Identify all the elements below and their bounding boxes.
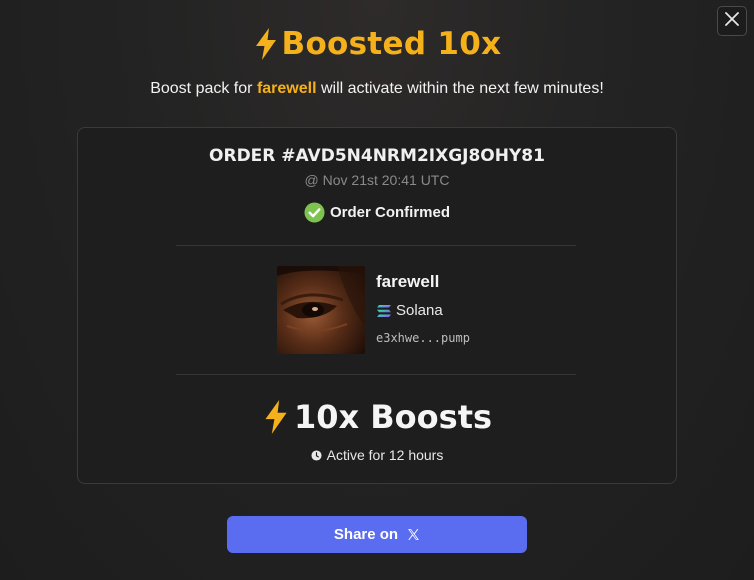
chain-label: Solana (376, 302, 443, 319)
page-title: Boosted 10x (0, 26, 754, 62)
subtitle: Boost pack for farewell will activate wi… (0, 80, 754, 98)
boost-count: 10x Boosts (78, 398, 676, 436)
token-image (277, 266, 365, 354)
x-logo-icon (407, 528, 420, 541)
title-text: Boosted 10x (281, 26, 502, 62)
order-card: ORDER #AVD5N4NRM2IXGJ8OHY81 @ Nov 21st 2… (77, 127, 677, 484)
boost-count-text: 10x Boosts (293, 398, 493, 436)
subtitle-prefix: Boost pack for (150, 80, 253, 97)
subtitle-suffix: will activate within the next few minute… (320, 80, 604, 97)
share-on-x-button[interactable]: Share on (227, 516, 527, 553)
order-timestamp: @ Nov 21st 20:41 UTC (304, 172, 450, 188)
token-name: farewell (376, 272, 440, 291)
order-status: Order Confirmed (78, 202, 676, 223)
solana-icon (376, 304, 392, 318)
subtitle-token-name: farewell (256, 80, 317, 97)
status-text: Order Confirmed (329, 204, 450, 221)
check-circle-icon (304, 202, 325, 223)
lightning-bolt-icon (262, 399, 290, 435)
divider (176, 245, 576, 246)
boost-duration: Active for 12 hours (78, 447, 676, 463)
divider (176, 374, 576, 375)
order-id: ORDER #AVD5N4NRM2IXGJ8OHY81 (209, 146, 545, 166)
token-address[interactable]: e3xhwe...pump (376, 331, 470, 345)
lightning-bolt-icon (253, 27, 279, 61)
duration-text: Active for 12 hours (326, 447, 444, 463)
chain-name: Solana (396, 302, 443, 319)
clock-icon (311, 449, 322, 461)
share-label: Share on (333, 526, 399, 543)
